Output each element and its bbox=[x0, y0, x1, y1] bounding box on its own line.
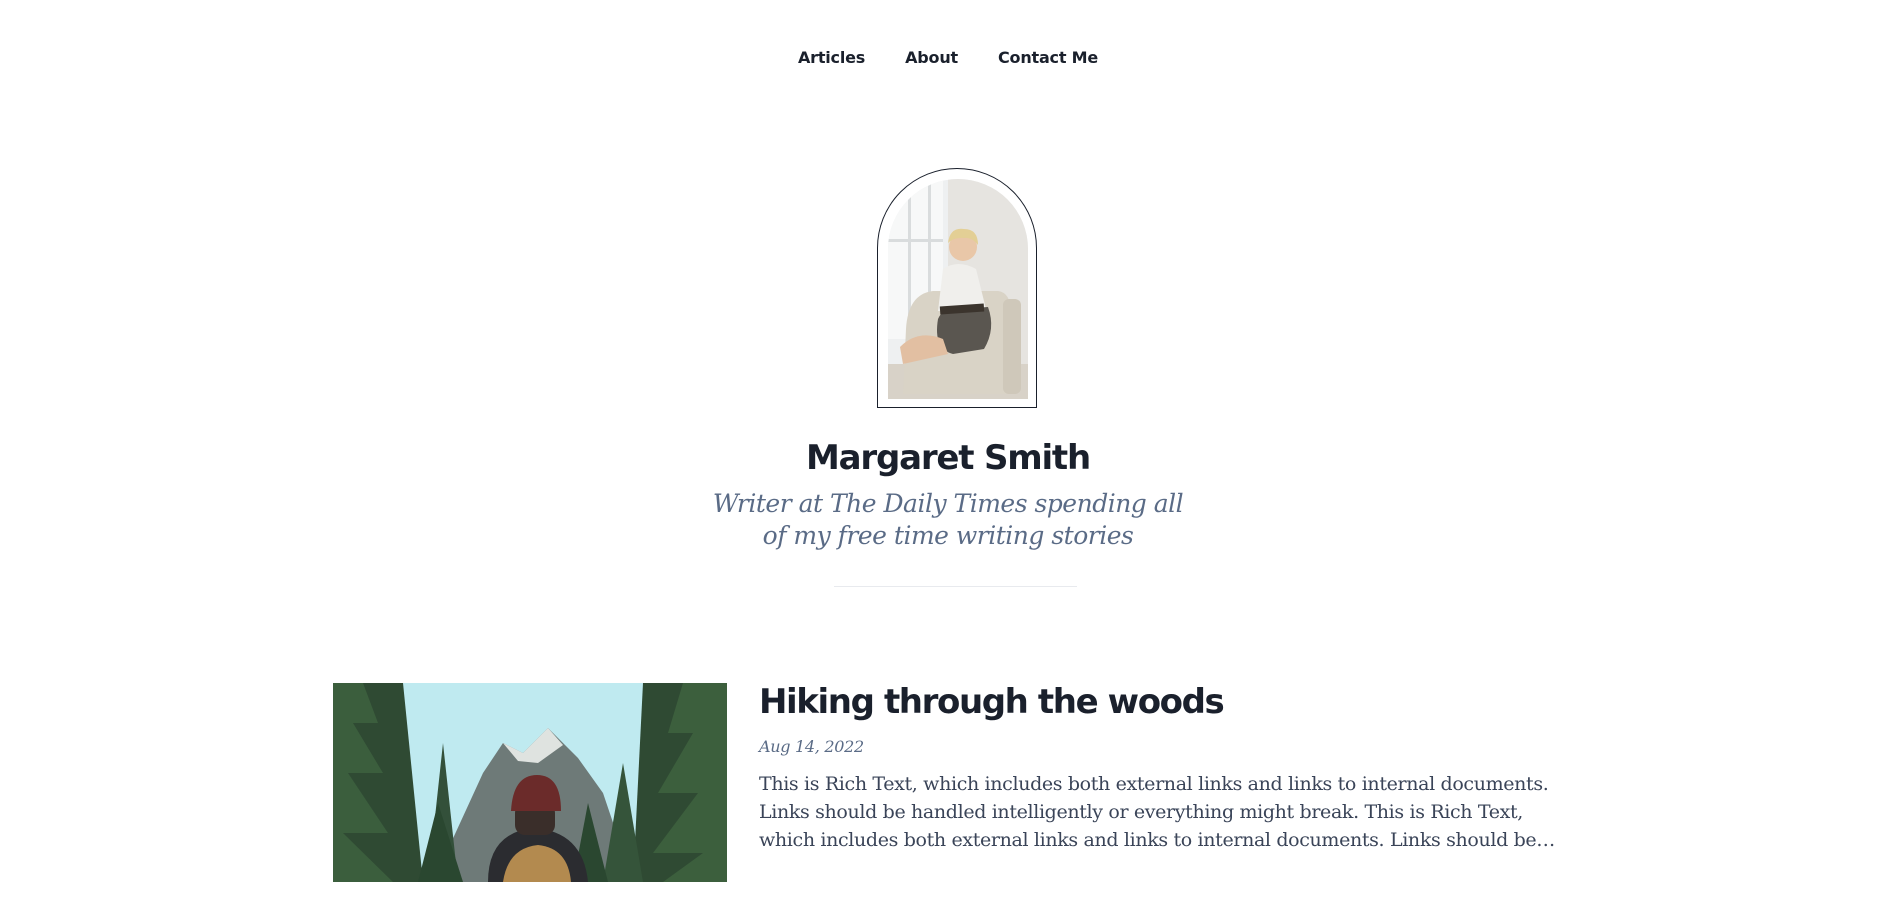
article-thumbnail[interactable] bbox=[333, 683, 727, 882]
profile-photo bbox=[888, 179, 1028, 399]
profile-tagline: Writer at The Daily Times spending all o… bbox=[712, 489, 1184, 550]
top-nav: Articles About Contact Me bbox=[0, 48, 1896, 67]
nav-link-contact[interactable]: Contact Me bbox=[998, 48, 1098, 67]
profile-name: Margaret Smith bbox=[806, 438, 1091, 478]
section-divider bbox=[834, 586, 1077, 587]
article-date: Aug 14, 2022 bbox=[759, 737, 864, 756]
article-excerpt: This is Rich Text, which includes both e… bbox=[759, 773, 1549, 851]
article-title[interactable]: Hiking through the woods bbox=[759, 682, 1225, 722]
nav-link-articles[interactable]: Articles bbox=[798, 48, 865, 67]
profile-photo-frame bbox=[877, 168, 1037, 408]
nav-link-about[interactable]: About bbox=[905, 48, 958, 67]
